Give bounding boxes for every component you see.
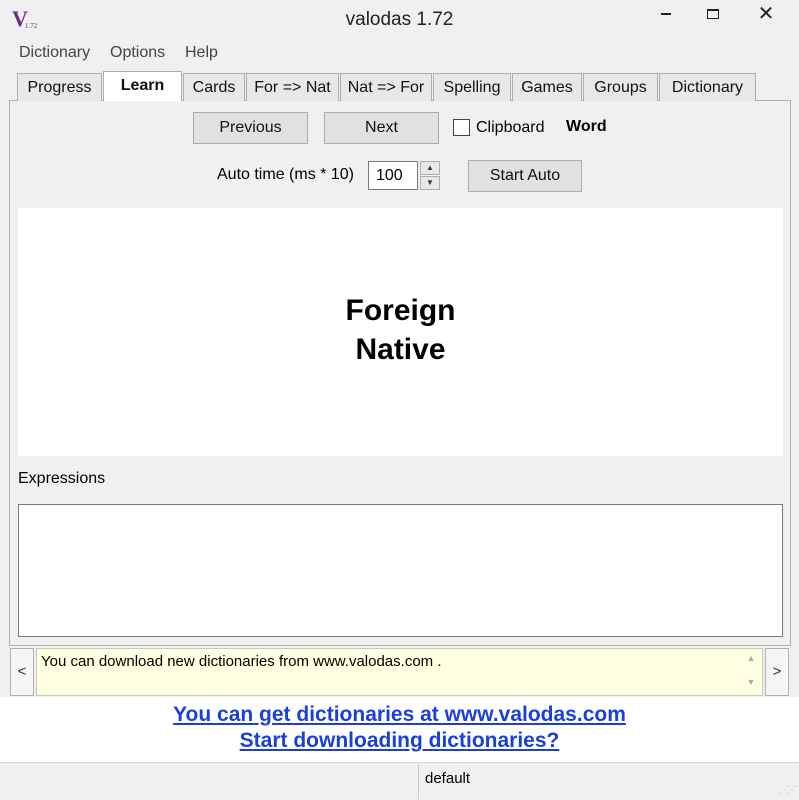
- menu-bar: Dictionary Options Help: [8, 40, 791, 66]
- status-bar: default ⋰⋰: [0, 762, 799, 800]
- clipboard-label: Clipboard: [476, 119, 545, 136]
- info-prev-button[interactable]: <: [10, 648, 34, 696]
- minimize-icon: [661, 13, 671, 16]
- scroll-down-icon[interactable]: ▼: [744, 677, 758, 687]
- status-divider: [418, 765, 419, 799]
- links-area: You can get dictionaries at www.valodas.…: [0, 697, 799, 762]
- status-profile: default: [425, 770, 471, 787]
- start-downloading-link[interactable]: Start downloading dictionaries?: [0, 729, 799, 753]
- maximize-icon: [707, 9, 719, 20]
- word-card: Foreign Native: [18, 208, 783, 456]
- foreign-word: Foreign: [345, 294, 456, 327]
- tab-games[interactable]: Games: [512, 73, 582, 101]
- arrow-down-icon: ▼: [426, 178, 434, 187]
- scroll-up-icon[interactable]: ▲: [744, 653, 758, 663]
- expressions-box[interactable]: [18, 504, 783, 637]
- info-message: You can download new dictionaries from w…: [41, 653, 442, 670]
- arrow-up-icon: ▲: [426, 163, 434, 172]
- word-label: Word: [566, 118, 607, 135]
- minimize-button[interactable]: [643, 0, 689, 28]
- tab-progress[interactable]: Progress: [17, 73, 102, 101]
- info-next-button[interactable]: >: [765, 648, 789, 696]
- close-icon: ✕: [757, 3, 775, 25]
- tab-for-nat[interactable]: For => Nat: [246, 73, 339, 101]
- next-button[interactable]: Next: [324, 112, 439, 144]
- menu-dictionary[interactable]: Dictionary: [19, 44, 90, 62]
- close-button[interactable]: ✕: [733, 0, 799, 28]
- spin-up-button[interactable]: ▲: [420, 161, 440, 175]
- auto-time-input[interactable]: 100: [368, 161, 418, 190]
- tab-nat-for[interactable]: Nat => For: [340, 73, 432, 101]
- native-word: Native: [355, 333, 446, 366]
- tab-spelling[interactable]: Spelling: [433, 73, 511, 101]
- get-dictionaries-link[interactable]: You can get dictionaries at www.valodas.…: [0, 703, 799, 727]
- previous-button[interactable]: Previous: [193, 112, 308, 144]
- tab-cards[interactable]: Cards: [183, 73, 245, 101]
- spin-down-button[interactable]: ▼: [420, 176, 440, 190]
- tab-learn[interactable]: Learn: [103, 71, 182, 101]
- expressions-label: Expressions: [18, 470, 106, 487]
- info-message-box: You can download new dictionaries from w…: [36, 648, 763, 696]
- title-bar: V 1.72 valodas 1.72 ✕: [0, 0, 799, 40]
- tab-dictionary[interactable]: Dictionary: [659, 73, 756, 101]
- menu-help[interactable]: Help: [185, 44, 218, 62]
- start-auto-button[interactable]: Start Auto: [468, 160, 582, 192]
- maximize-button[interactable]: [690, 0, 736, 28]
- clipboard-checkbox[interactable]: [453, 119, 470, 136]
- resize-grip-icon[interactable]: ⋰⋰: [779, 785, 797, 796]
- tab-groups[interactable]: Groups: [583, 73, 658, 101]
- menu-options[interactable]: Options: [110, 44, 165, 62]
- auto-time-label: Auto time (ms * 10): [217, 166, 354, 183]
